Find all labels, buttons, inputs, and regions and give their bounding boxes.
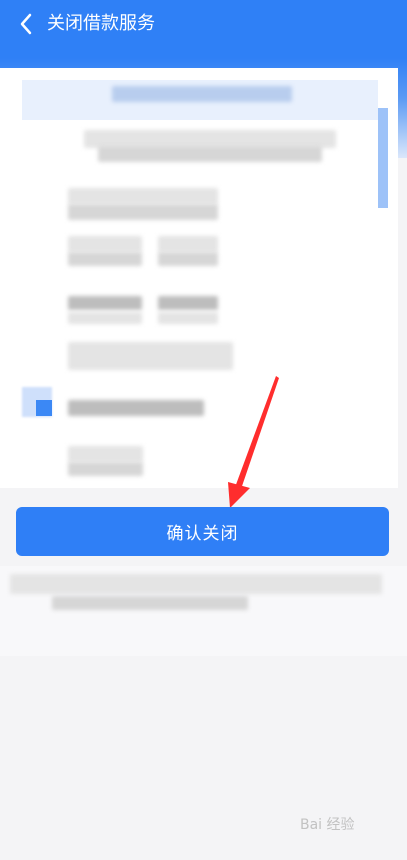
blurred-row-3-c (158, 296, 218, 310)
blurred-row-2-c (158, 236, 218, 252)
blurred-row-1-b (68, 204, 218, 220)
notes-section (0, 566, 407, 656)
confirm-close-button[interactable]: 确认关闭 (16, 507, 389, 556)
watermark: Bai 经验 (300, 817, 355, 833)
blurred-banner-text (112, 86, 292, 102)
page-title: 关闭借款服务 (47, 13, 155, 34)
blurred-row-3-d (158, 312, 218, 324)
blurred-row-4 (68, 342, 233, 370)
chevron-left-icon (20, 13, 32, 35)
agreement-checkbox[interactable] (36, 400, 52, 416)
blurred-row-1-a (68, 188, 218, 204)
blurred-heading-line-2 (98, 146, 322, 162)
top-nav-bar: 关闭借款服务 (0, 0, 407, 58)
blurred-row-2-a (68, 236, 142, 252)
blurred-row-2-d (158, 252, 218, 266)
back-button[interactable] (12, 10, 40, 38)
red-arrow-icon (228, 376, 279, 508)
blurred-row-2-b (68, 252, 142, 266)
blurred-agreement-text (68, 400, 204, 416)
blurred-note-line-2 (52, 596, 248, 610)
blurred-row-3-b (68, 312, 142, 324)
blurred-note-line-1 (10, 574, 382, 594)
blurred-row-6-a (68, 446, 143, 462)
blurred-row-3-a (68, 296, 142, 310)
card-accent (378, 108, 388, 208)
blurred-row-6-b (68, 462, 143, 476)
